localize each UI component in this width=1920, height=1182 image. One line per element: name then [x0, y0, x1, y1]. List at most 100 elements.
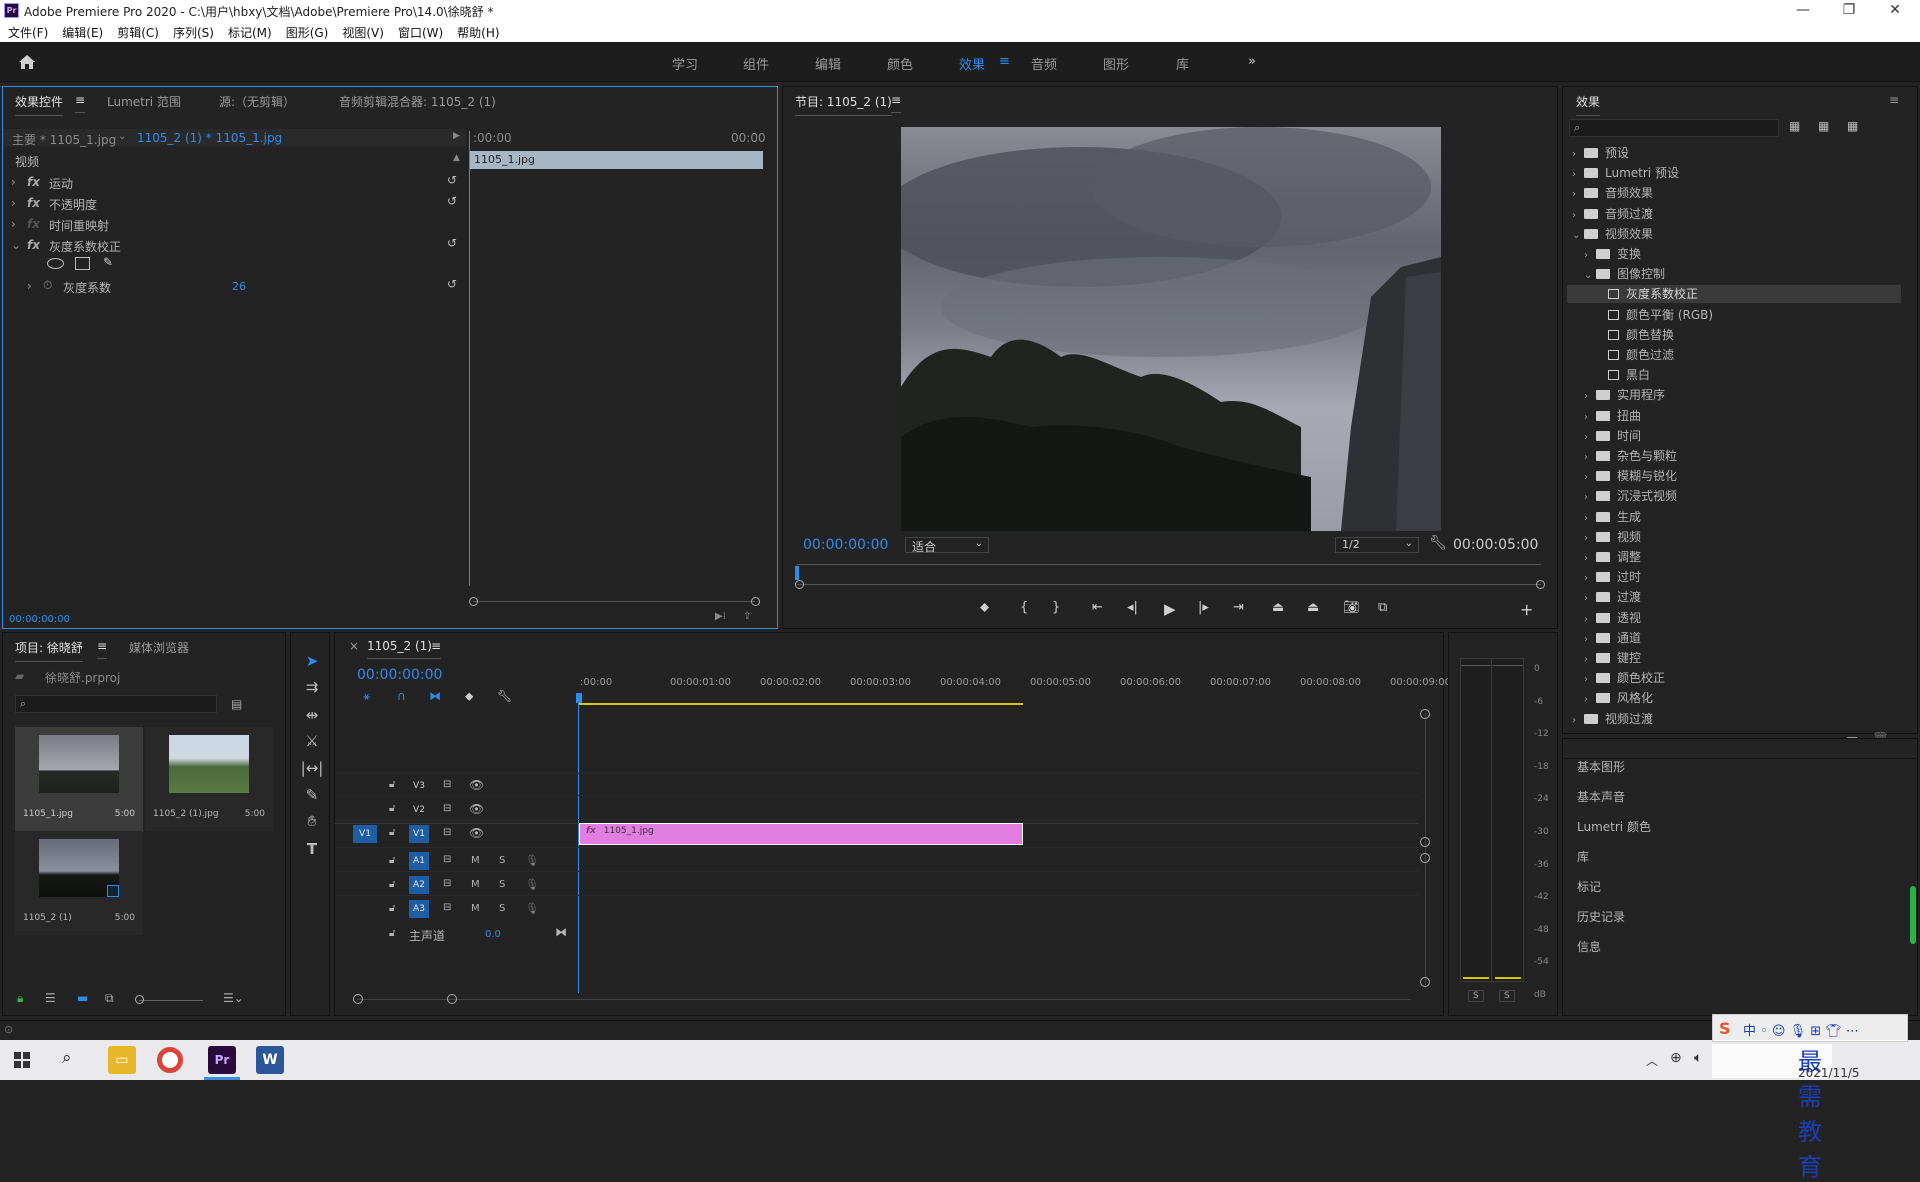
lock-icon[interactable]: 🔓︎: [389, 855, 395, 866]
effects-tree-item[interactable]: › 颜色校正: [1584, 669, 1665, 686]
source-patch-v1[interactable]: V1: [353, 825, 377, 843]
chevron-right-icon[interactable]: ›: [1584, 452, 1596, 463]
workspace-graphics[interactable]: 图形: [1103, 54, 1129, 73]
expand-time-remap-icon[interactable]: ›: [11, 217, 16, 231]
menu-sequence[interactable]: 序列(S): [165, 22, 220, 41]
mute-button[interactable]: M: [471, 879, 480, 890]
maximize-button[interactable]: ❐: [1826, 0, 1872, 22]
menu-help[interactable]: 帮助(H): [449, 22, 505, 41]
icon-view-icon[interactable]: ▬: [77, 991, 88, 1005]
tab-effect-controls[interactable]: 效果控件: [15, 93, 64, 116]
ec-zoom-handle[interactable]: [469, 597, 478, 606]
mic-icon[interactable]: 🎙︎: [525, 902, 539, 915]
track-a1[interactable]: A1: [409, 852, 429, 870]
chevron-right-icon[interactable]: ›: [1584, 513, 1596, 524]
effects-tree-item[interactable]: › 时间: [1584, 427, 1641, 444]
chevron-right-icon[interactable]: ›: [1584, 553, 1596, 564]
track-v3[interactable]: V3: [409, 777, 429, 795]
chevron-right-icon[interactable]: ›: [1572, 169, 1584, 180]
tab-source[interactable]: 源:（无剪辑）: [219, 93, 295, 110]
fx-badge-icon[interactable]: fx: [27, 238, 40, 252]
program-zoom-bar[interactable]: [797, 584, 1541, 585]
chevron-down-icon[interactable]: ⌄: [1572, 230, 1584, 241]
chevron-right-icon[interactable]: ›: [1584, 654, 1596, 665]
chevron-down-icon[interactable]: ⌄: [118, 131, 126, 142]
sync-lock-icon[interactable]: ⊟: [443, 878, 451, 889]
track-v2[interactable]: V2: [409, 801, 429, 819]
ec-timecode[interactable]: 00:00:00:00: [9, 614, 70, 625]
network-icon[interactable]: ⊕: [1670, 1050, 1682, 1066]
play-only-icon[interactable]: ▶: [453, 131, 460, 141]
effects-tree-item[interactable]: › 实用程序: [1584, 386, 1665, 403]
windows-start-icon[interactable]: [14, 1052, 30, 1068]
vertical-scrollbar[interactable]: [1425, 713, 1426, 985]
close-tab-icon[interactable]: ×: [349, 639, 359, 653]
reset-icon[interactable]: ↺: [447, 173, 457, 187]
effects-tree-item[interactable]: › 通道: [1584, 629, 1641, 646]
effects-tree-item[interactable]: › 生成: [1584, 508, 1641, 525]
solo-button[interactable]: S: [499, 855, 505, 866]
ime-toolbar[interactable]: S 中 ◦ ☺ 🎙︎ ⊞ 👕︎ ⋯: [1712, 1014, 1908, 1042]
resolution-select[interactable]: 1/2 ⌄: [1335, 537, 1419, 553]
workspace-libraries[interactable]: 库: [1176, 54, 1189, 73]
scroll-handle[interactable]: [447, 994, 457, 1004]
sort-icon[interactable]: ☰⌄: [223, 991, 244, 1005]
mark-in-icon[interactable]: {: [1020, 600, 1028, 615]
go-to-in-icon[interactable]: ⇤: [1092, 600, 1103, 615]
comparison-view-icon[interactable]: ⧉: [1378, 600, 1387, 615]
scroll-handle[interactable]: [1420, 853, 1430, 863]
chevron-right-icon[interactable]: ›: [1584, 412, 1596, 423]
razor-tool-icon[interactable]: ⚔︎: [297, 732, 327, 754]
chevron-right-icon[interactable]: ›: [1584, 674, 1596, 685]
lift-icon[interactable]: ⏏: [1272, 600, 1284, 615]
sync-lock-icon[interactable]: ⊟: [443, 854, 451, 865]
panel-menu-icon[interactable]: ≡: [1889, 93, 1899, 107]
fit-select[interactable]: 适合 ⌄: [905, 537, 989, 554]
add-marker-icon[interactable]: ⬥: [465, 689, 473, 704]
reset-icon[interactable]: ↺: [447, 194, 457, 208]
timeline-playhead-handle[interactable]: [576, 693, 582, 703]
sogou-ime-icon[interactable]: S: [1719, 1019, 1731, 1038]
freeform-view-icon[interactable]: ⧉: [105, 991, 114, 1006]
add-marker-icon[interactable]: ⬥: [980, 600, 989, 615]
lock-icon[interactable]: 🔓︎: [389, 803, 395, 814]
panel-menu-icon[interactable]: ≡: [431, 639, 442, 659]
chevron-right-icon[interactable]: ›: [1584, 492, 1596, 503]
go-to-end-icon[interactable]: ⧓: [555, 925, 567, 939]
effect-motion[interactable]: 运动: [49, 175, 73, 192]
horizontal-scrollbar[interactable]: [357, 999, 1411, 1000]
mic-icon[interactable]: 🎙︎: [525, 878, 539, 891]
menu-window[interactable]: 窗口(W): [390, 22, 449, 41]
effects-tree-item[interactable]: › 扭曲: [1584, 407, 1641, 424]
chevron-right-icon[interactable]: ›: [1584, 432, 1596, 443]
pen-mask-icon[interactable]: ✎: [103, 255, 113, 269]
effects-tree-item[interactable]: › 模糊与锐化: [1584, 467, 1677, 484]
lock-icon[interactable]: 🔓︎: [389, 928, 395, 939]
more-workspaces-icon[interactable]: »: [1248, 54, 1256, 69]
type-tool-icon[interactable]: T: [297, 840, 327, 862]
track-select-tool-icon[interactable]: ⇉: [297, 678, 327, 700]
workspace-assembly[interactable]: 组件: [743, 54, 769, 73]
effects-tree-item[interactable]: › 视频过渡: [1572, 710, 1653, 727]
effects-tree-item[interactable]: ⌄ 图像控制: [1584, 265, 1665, 282]
fx-badge-icon[interactable]: fx: [27, 196, 40, 210]
rectangle-mask-icon[interactable]: [75, 257, 90, 270]
pen-tool-icon[interactable]: ✎: [297, 786, 327, 808]
panel-menu-icon[interactable]: ≡: [891, 93, 902, 113]
timeline-settings-icon[interactable]: 🔧︎: [497, 689, 512, 703]
effects-tree-item[interactable]: › 音频效果: [1572, 184, 1653, 201]
effects-tree-item[interactable]: 颜色过滤: [1596, 346, 1674, 363]
accelerated-effects-icon[interactable]: ▦: [1789, 119, 1800, 133]
solo-right-button[interactable]: S: [1499, 990, 1515, 1002]
panel-essential-sound[interactable]: 基本声音: [1577, 788, 1625, 805]
close-button[interactable]: ✕: [1872, 0, 1918, 22]
ec-zoom-handle[interactable]: [751, 597, 760, 606]
lock-icon[interactable]: 🔒︎: [17, 991, 23, 1006]
hand-tool-icon[interactable]: ✋︎: [297, 812, 327, 834]
timeline-ruler[interactable]: :00:00 00:00:01:00 00:00:02:00 00:00:03:00 0…: [580, 677, 1451, 697]
effect-gamma-correction[interactable]: 灰度系数校正: [49, 238, 121, 255]
project-item[interactable]: 1105_2 (1).jpg 5:00: [145, 727, 273, 831]
effect-opacity[interactable]: 不透明度: [49, 196, 97, 213]
export-frame-icon[interactable]: 📷︎: [1343, 600, 1360, 615]
eye-icon[interactable]: 👁︎: [469, 778, 484, 792]
